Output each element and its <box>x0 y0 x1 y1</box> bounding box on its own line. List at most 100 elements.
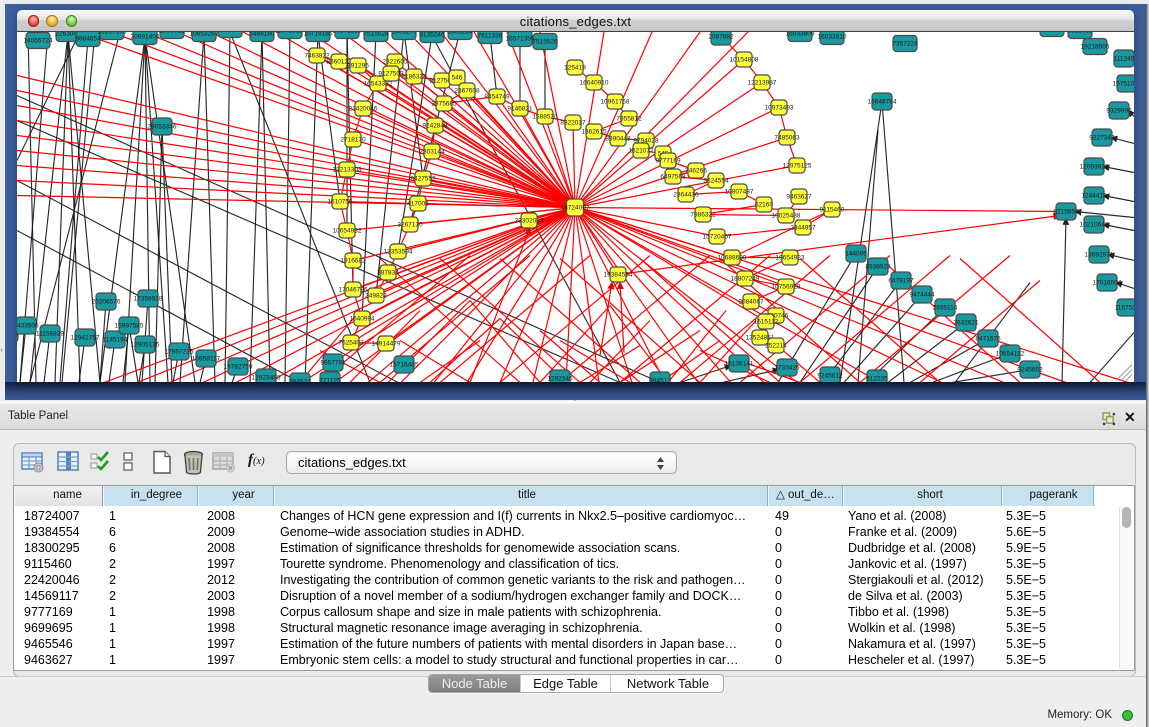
svg-text:252214: 252214 <box>765 342 787 349</box>
svg-text:10807487: 10807487 <box>725 188 754 195</box>
svg-text:16640910: 16640910 <box>580 79 609 86</box>
svg-text:812235: 812235 <box>866 375 888 382</box>
svg-text:7357224: 7357224 <box>892 40 918 47</box>
svg-text:1145194: 1145194 <box>103 336 128 343</box>
svg-text:12942757: 12942757 <box>71 334 100 341</box>
svg-text:2322605: 2322605 <box>382 58 408 65</box>
svg-text:20691406: 20691406 <box>131 33 160 40</box>
svg-text:7515524: 7515524 <box>363 32 389 38</box>
svg-text:9474444: 9474444 <box>909 291 935 298</box>
svg-text:9146821: 9146821 <box>507 105 533 112</box>
svg-text:18724007: 18724007 <box>561 204 590 211</box>
svg-text:1916682: 1916682 <box>340 257 366 264</box>
svg-text:19218506: 19218506 <box>1081 43 1110 50</box>
svg-text:1362615: 1362615 <box>581 128 607 135</box>
svg-text:7986322: 7986322 <box>690 211 716 218</box>
svg-text:18807249: 18807249 <box>731 275 760 282</box>
svg-text:13692971: 13692971 <box>1085 251 1114 258</box>
svg-text:8990448: 8990448 <box>605 135 631 142</box>
svg-text:16197103: 16197103 <box>98 32 127 36</box>
svg-text:12213303: 12213303 <box>333 166 362 173</box>
svg-text:1167533: 1167533 <box>1115 304 1134 311</box>
svg-text:1292346: 1292346 <box>547 375 573 382</box>
svg-text:10719185: 10719185 <box>304 32 333 38</box>
svg-text:9245652: 9245652 <box>1017 366 1043 373</box>
svg-text:9227342: 9227342 <box>1089 134 1115 141</box>
svg-text:1733426: 1733426 <box>774 364 800 371</box>
svg-text:1244415: 1244415 <box>1081 192 1107 199</box>
svg-text:1806170: 1806170 <box>391 32 417 36</box>
svg-text:9777169: 9777169 <box>655 157 681 164</box>
svg-text:10961758: 10961758 <box>601 98 630 105</box>
svg-text:144095: 144095 <box>845 250 867 257</box>
svg-text:1588520: 1588520 <box>532 113 558 120</box>
svg-text:6466160: 6466160 <box>249 32 275 38</box>
svg-text:16648784: 16648784 <box>868 98 897 105</box>
svg-text:12353594: 12353594 <box>384 248 413 255</box>
svg-text:2718170: 2718170 <box>340 136 366 143</box>
svg-text:20206576: 20206576 <box>92 298 121 305</box>
svg-text:17957225: 17957225 <box>165 348 194 355</box>
svg-text:6497568: 6497568 <box>660 173 686 180</box>
svg-text:12213987: 12213987 <box>748 79 777 86</box>
svg-text:1093721: 1093721 <box>159 32 185 35</box>
svg-text:16033810: 16033810 <box>818 33 847 40</box>
svg-text:14055724: 14055724 <box>24 37 53 44</box>
svg-text:8322037: 8322037 <box>560 119 586 126</box>
svg-text:2344957: 2344957 <box>790 224 816 231</box>
svg-text:8471676: 8471676 <box>975 335 1001 342</box>
svg-text:8186328: 8186328 <box>401 73 427 80</box>
svg-text:9084067: 9084067 <box>738 298 764 305</box>
svg-text:111245: 111245 <box>1114 55 1134 62</box>
svg-text:23420046: 23420046 <box>349 105 378 112</box>
svg-text:9884654: 9884654 <box>75 35 101 42</box>
svg-text:1621072: 1621072 <box>628 147 654 154</box>
svg-text:387834: 387834 <box>377 269 399 276</box>
svg-text:16782759: 16782759 <box>224 363 253 370</box>
svg-text:1071918: 1071918 <box>277 32 303 35</box>
svg-text:8813054: 8813054 <box>1039 32 1065 33</box>
svg-text:9127509: 9127509 <box>378 70 404 77</box>
svg-text:7632621: 7632621 <box>953 319 979 326</box>
svg-text:10756928: 10756928 <box>772 283 801 290</box>
svg-text:3875685: 3875685 <box>431 100 457 107</box>
svg-text:7515526: 7515526 <box>532 38 558 45</box>
svg-text:2935114: 2935114 <box>933 304 958 311</box>
svg-text:2364436: 2364436 <box>673 191 699 198</box>
svg-text:9657791: 9657791 <box>320 359 346 366</box>
svg-text:3267130: 3267130 <box>397 221 423 228</box>
svg-text:16033809: 16033809 <box>786 32 815 38</box>
svg-text:17359928: 17359928 <box>134 295 163 302</box>
svg-text:16543332: 16543332 <box>364 80 393 87</box>
svg-text:349822: 349822 <box>365 292 387 299</box>
svg-text:15136141: 15136141 <box>725 360 754 367</box>
svg-text:3624554: 3624554 <box>703 177 729 184</box>
svg-text:10154808: 10154808 <box>730 56 759 63</box>
svg-text:7485063: 7485063 <box>774 134 800 141</box>
svg-text:12923468: 12923468 <box>252 374 281 381</box>
svg-text:19654923: 19654923 <box>776 254 805 261</box>
svg-text:771125: 771125 <box>319 377 341 382</box>
svg-text:15720407: 15720407 <box>703 233 732 240</box>
svg-text:746266: 746266 <box>685 167 707 174</box>
svg-text:9115460: 9115460 <box>820 206 845 213</box>
svg-text:546: 546 <box>452 74 463 81</box>
svg-text:12093822: 12093822 <box>1080 163 1109 170</box>
svg-text:8427552: 8427552 <box>410 175 436 182</box>
svg-text:10210643: 10210643 <box>1080 221 1109 228</box>
svg-text:8938923: 8938923 <box>865 263 891 270</box>
svg-text:10997585: 10997585 <box>115 322 144 329</box>
svg-text:10958117: 10958117 <box>192 355 221 362</box>
svg-text:9135246: 9135246 <box>419 32 445 39</box>
svg-text:8813055: 8813055 <box>1067 32 1093 35</box>
svg-text:12905135: 12905135 <box>131 341 160 348</box>
svg-text:125419: 125419 <box>564 64 586 71</box>
svg-text:9329996: 9329996 <box>1106 107 1132 114</box>
svg-text:8454749: 8454749 <box>484 93 510 100</box>
svg-text:7611336: 7611336 <box>478 32 503 39</box>
svg-text:1610755: 1610755 <box>327 198 353 205</box>
svg-text:1433506: 1433506 <box>17 322 39 329</box>
svg-text:7625402: 7625402 <box>338 339 364 346</box>
svg-text:29053346: 29053346 <box>148 123 177 130</box>
svg-text:10654112: 10654112 <box>996 350 1025 357</box>
